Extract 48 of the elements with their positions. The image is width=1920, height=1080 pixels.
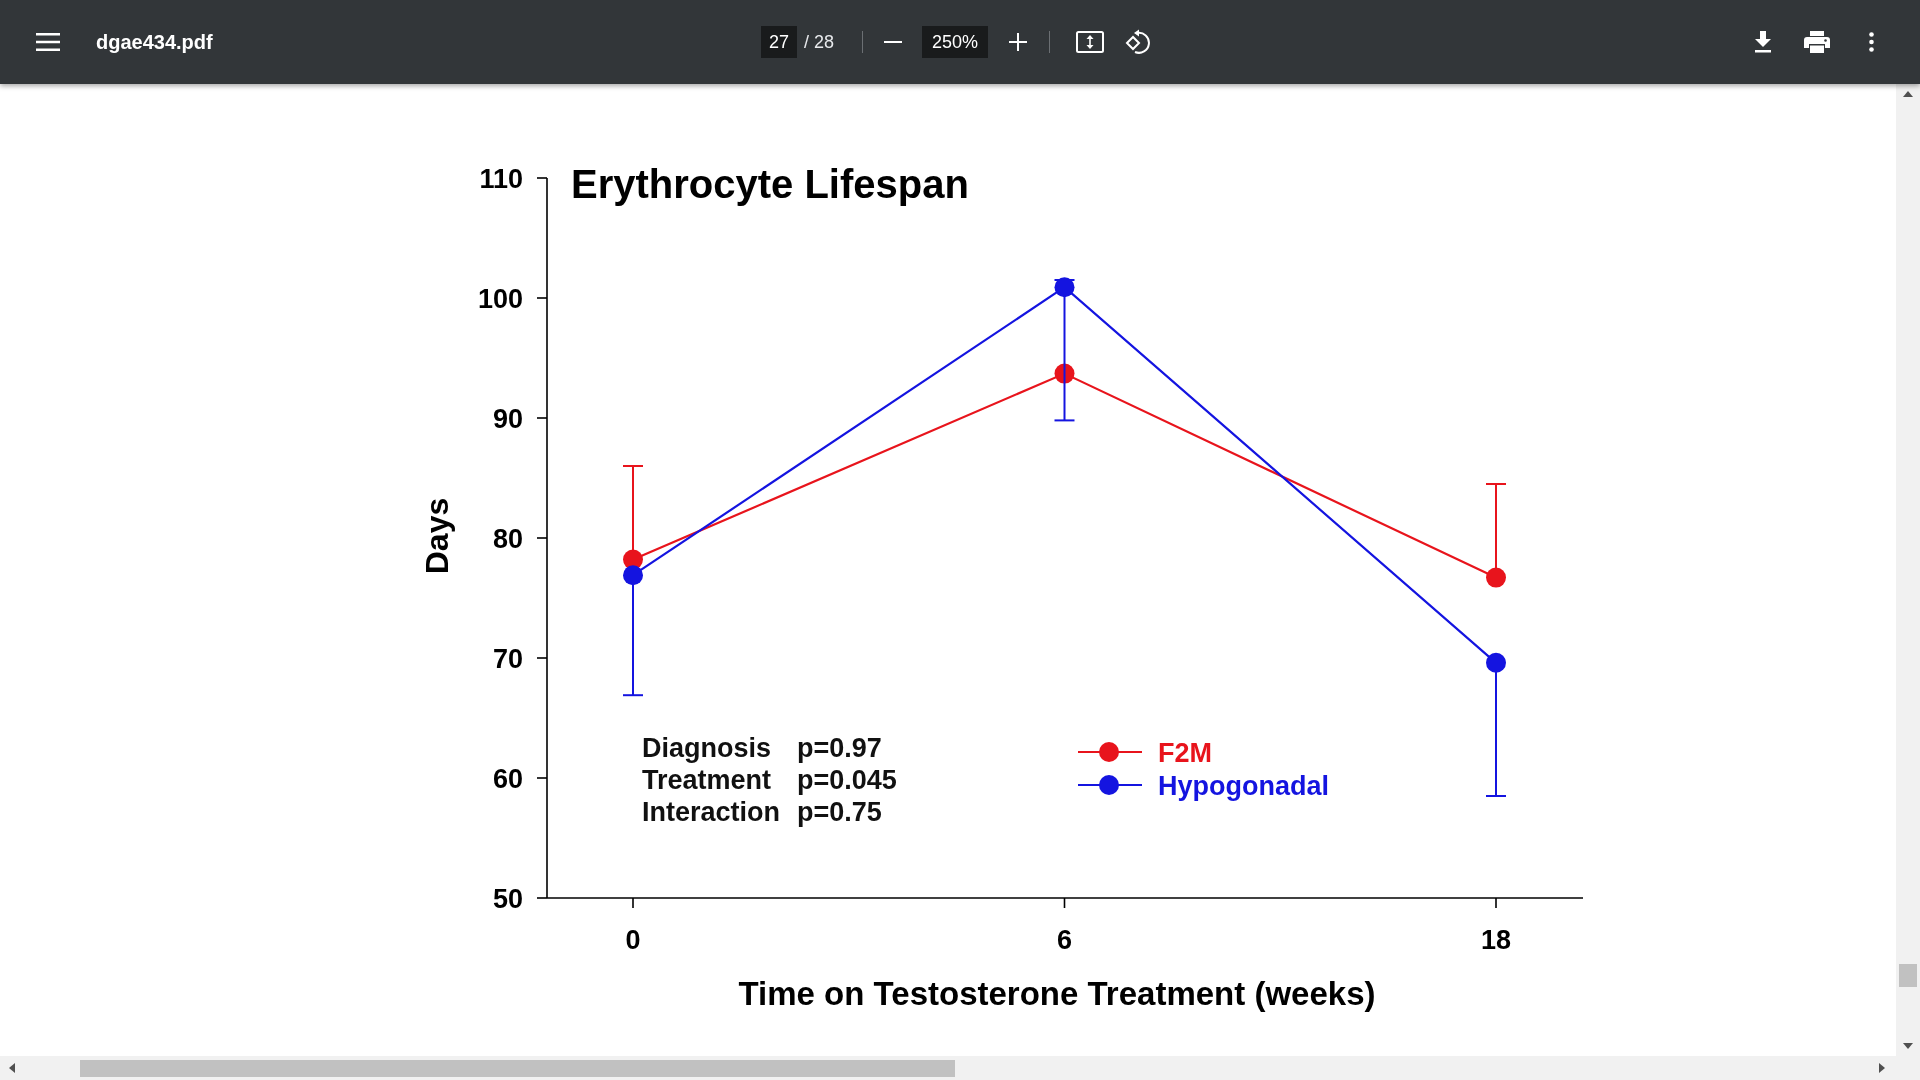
scroll-up-icon[interactable] (1903, 91, 1913, 97)
plus-icon (1009, 33, 1027, 51)
stat-text: Interaction (642, 797, 781, 827)
minus-icon (884, 41, 902, 43)
stat-text: p=0.97 (797, 733, 882, 763)
data-point (1486, 652, 1506, 673)
scrollbar-thumb[interactable] (1899, 964, 1917, 987)
download-icon (1754, 31, 1772, 53)
fit-page-icon (1076, 31, 1104, 53)
legend-marker-icon (1078, 775, 1142, 795)
legend-marker-icon (1078, 742, 1142, 762)
vertical-scrollbar[interactable] (1896, 84, 1920, 1056)
data-point (623, 565, 643, 586)
scroll-left-icon[interactable] (9, 1063, 15, 1073)
horizontal-scrollbar[interactable] (0, 1056, 1920, 1080)
y-tick-label: 60 (492, 764, 523, 794)
data-point (1054, 363, 1075, 384)
y-tick-label: 80 (492, 524, 523, 554)
page-count: / 28 (804, 30, 834, 54)
x-tick-label: 0 (625, 925, 641, 955)
rotate-icon (1125, 29, 1151, 55)
print-icon (1804, 31, 1830, 53)
stat-text: Treatment (642, 765, 772, 795)
y-axis-label: Days (419, 497, 455, 575)
y-tick-label: 90 (492, 404, 523, 434)
y-tick-label: 50 (492, 884, 523, 914)
scrollbar-thumb[interactable] (80, 1060, 955, 1077)
y-tick-label: 110 (479, 164, 523, 194)
stat-text: p=0.045 (797, 765, 897, 795)
legend-label: F2M (1158, 738, 1212, 768)
y-tick-label: 70 (492, 644, 523, 674)
y-tick-label: 100 (477, 284, 523, 314)
menu-icon (36, 33, 60, 51)
x-axis-label: Time on Testosterone Treatment (weeks) (738, 975, 1376, 1012)
chart-title: Erythrocyte Lifespan (571, 162, 969, 206)
legend-label: Hypogonadal (1158, 771, 1329, 801)
page-number-field[interactable]: 27 (761, 26, 797, 58)
file-name: dgae434.pdf (96, 30, 213, 55)
scroll-down-icon[interactable] (1903, 1043, 1913, 1049)
scroll-right-icon[interactable] (1879, 1063, 1885, 1073)
more-options-icon (1868, 32, 1874, 52)
stat-text: p=0.75 (797, 797, 882, 827)
x-tick-label: 6 (1057, 925, 1072, 955)
zoom-field[interactable]: 250% (922, 26, 988, 58)
data-point (1054, 277, 1075, 298)
stat-text: Diagnosis (642, 733, 772, 763)
x-tick-label: 18 (1481, 925, 1511, 955)
data-point (1486, 567, 1506, 588)
